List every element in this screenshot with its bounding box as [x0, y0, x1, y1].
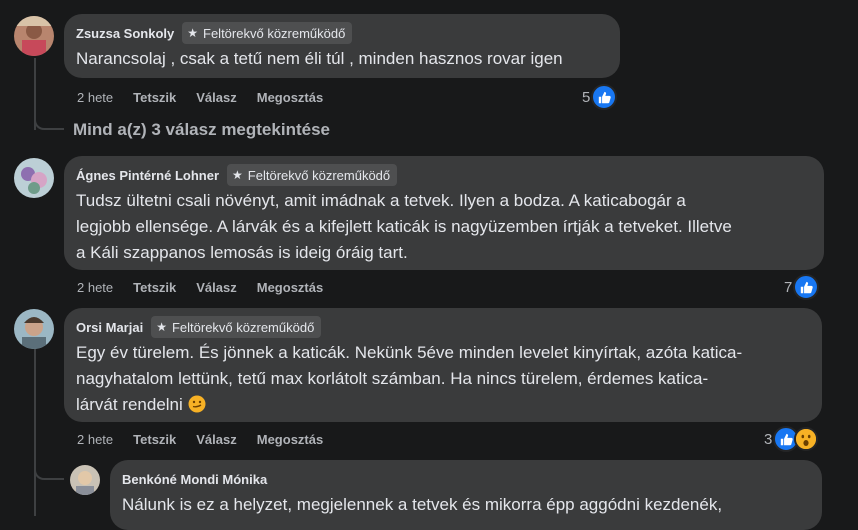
thread-line-curve	[34, 112, 64, 130]
comment-author[interactable]: Orsi Marjai	[76, 320, 143, 335]
comment-time[interactable]: 2 hete	[77, 432, 113, 447]
contributor-badge[interactable]: ★ Feltörekvő közreműködő	[227, 164, 398, 186]
smirk-emoji-icon	[188, 395, 206, 421]
comment-text: Tudsz ültetni csali növényt, amit imádna…	[76, 191, 732, 262]
reply-bubble: Benkóné Mondi Mónika Nálunk is ez a hely…	[110, 460, 822, 530]
share-button[interactable]: Megosztás	[257, 432, 323, 447]
like-button[interactable]: Tetszik	[133, 432, 176, 447]
reply-button[interactable]: Válasz	[196, 280, 236, 295]
share-button[interactable]: Megosztás	[257, 280, 323, 295]
comment-text-body: Egy év türelem. És jönnek a katicák. Nek…	[76, 343, 743, 414]
share-button[interactable]: Megosztás	[257, 90, 323, 105]
avatar[interactable]	[14, 158, 54, 198]
avatar[interactable]	[70, 465, 100, 495]
like-thumb-icon	[793, 274, 820, 300]
badge-label: Feltörekvő közreműködő	[203, 25, 346, 41]
view-replies-link[interactable]: Mind a(z) 3 válasz megtekintése	[73, 120, 330, 140]
comment-time[interactable]: 2 hete	[77, 90, 113, 105]
comment-text: Egy év türelem. És jönnek a katicák. Nek…	[76, 340, 810, 421]
reaction-summary[interactable]: 5	[582, 84, 618, 110]
reaction-count: 5	[582, 88, 591, 106]
thread-line	[34, 349, 36, 516]
reply-text: Nálunk is ez a helyzet, megjelennek a te…	[122, 495, 723, 514]
reaction-count: 7	[784, 278, 793, 296]
comment-actions: 2 hete Tetszik Válasz Megosztás	[77, 278, 343, 296]
badge-label: Feltörekvő közreműködő	[171, 319, 315, 335]
comment-actions: 2 hete Tetszik Válasz Megosztás	[77, 88, 343, 106]
star-icon: ★	[187, 26, 199, 40]
reply-button[interactable]: Válasz	[196, 432, 236, 447]
reply-button[interactable]: Válasz	[196, 90, 236, 105]
reaction-count: 3	[764, 430, 773, 448]
comment-bubble: Ágnes Pintérné Lohner ★ Feltörekvő közre…	[64, 156, 824, 270]
contributor-badge[interactable]: ★ Feltörekvő közreműködő	[182, 22, 353, 44]
reply-author[interactable]: Benkóné Mondi Mónika	[122, 472, 267, 487]
like-button[interactable]: Tetszik	[133, 280, 176, 295]
comment-bubble: Orsi Marjai ★ Feltörekvő közreműködő Egy…	[64, 308, 822, 422]
comment-text: Narancsolaj , csak a tetű nem éli túl , …	[76, 49, 563, 68]
avatar[interactable]	[14, 16, 54, 56]
like-thumb-icon	[591, 84, 618, 110]
comment-bubble: Zsuzsa Sonkoly ★ Feltörekvő közreműködő …	[64, 14, 620, 78]
comment-time[interactable]: 2 hete	[77, 280, 113, 295]
comment-actions: 2 hete Tetszik Válasz Megosztás	[77, 430, 343, 448]
wow-emoji-icon	[794, 427, 819, 451]
comment-author[interactable]: Zsuzsa Sonkoly	[76, 26, 174, 41]
reaction-summary[interactable]: 7	[784, 274, 820, 300]
contributor-badge[interactable]: ★ Feltörekvő közreműködő	[151, 316, 322, 338]
badge-label: Feltörekvő közreműködő	[247, 167, 391, 183]
thread-line-curve	[34, 460, 64, 480]
star-icon: ★	[156, 320, 167, 334]
like-button[interactable]: Tetszik	[133, 90, 176, 105]
star-icon: ★	[232, 168, 243, 182]
comment-author[interactable]: Ágnes Pintérné Lohner	[76, 168, 219, 183]
reaction-summary[interactable]: 3	[764, 426, 819, 452]
avatar[interactable]	[14, 309, 54, 349]
